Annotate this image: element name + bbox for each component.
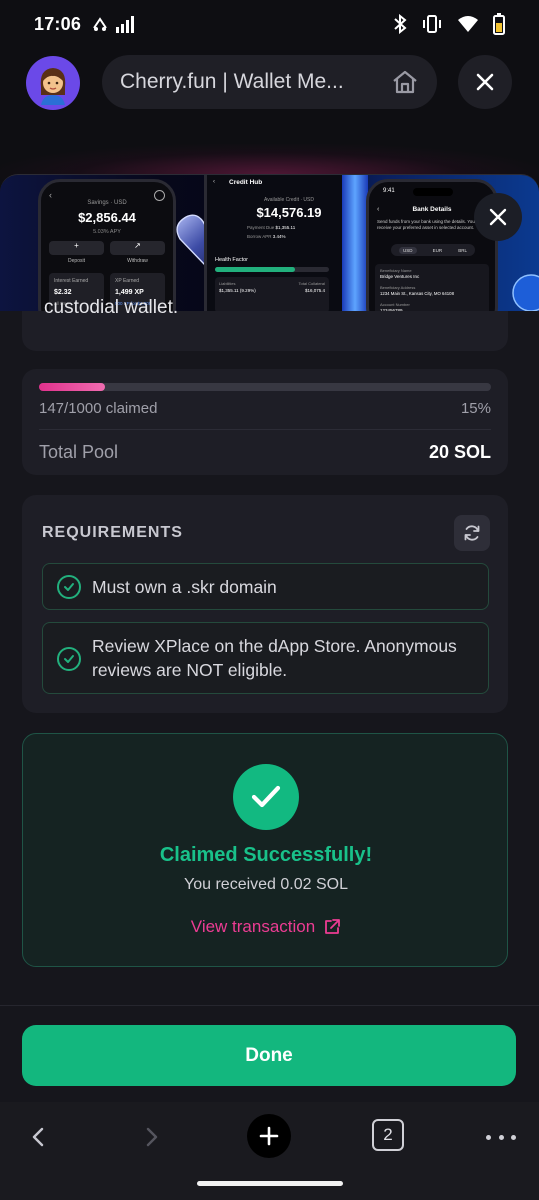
currency-usd: USD <box>399 246 417 254</box>
user-avatar-icon <box>40 68 66 105</box>
description-text: custodial wallet. <box>44 297 179 318</box>
description-card: custodial wallet. <box>22 297 508 351</box>
back-arrow-icon[interactable] <box>26 1124 52 1150</box>
requirement-item: Must own a .skr domain <box>42 563 489 610</box>
collateral-value: $16,075.4 <box>304 288 325 293</box>
beneficiary-value: Bridge Ventures Inc <box>380 274 420 279</box>
close-icon <box>489 208 507 226</box>
claim-progress-bar <box>39 383 491 391</box>
external-link-icon <box>325 919 341 934</box>
collateral-label: Total Collateral <box>298 281 325 286</box>
status-time: 17:06 <box>34 13 82 34</box>
available-credit-label: Available Credit · USD <box>264 197 314 203</box>
xp-label: XP Earned <box>115 278 140 284</box>
page-content: ‹ Savings · USD $2,856.44 5.03% APY + ↗ … <box>0 114 539 1102</box>
view-transaction-link[interactable]: View transaction <box>23 917 509 937</box>
footer-divider <box>0 1005 539 1006</box>
banner-decoration <box>342 175 368 311</box>
check-circle-icon <box>57 575 81 599</box>
tab-switcher-button[interactable]: 2 <box>372 1119 404 1151</box>
refresh-button[interactable] <box>454 515 490 551</box>
requirements-card: REQUIREMENTS Must own a .skr domain Revi… <box>22 495 508 713</box>
notification-icon <box>93 17 107 31</box>
vibrate-icon <box>423 15 441 33</box>
avatar[interactable] <box>26 56 80 110</box>
borrow-apr-value: 3.44% <box>272 234 286 239</box>
view-transaction-label: View transaction <box>190 917 316 936</box>
new-tab-button[interactable] <box>247 1114 291 1158</box>
refresh-icon <box>464 525 480 541</box>
credit-hub-header: Credit Hub <box>229 179 263 186</box>
total-pool-label: Total Pool <box>39 442 119 462</box>
phone-time: 9:41 <box>383 188 395 194</box>
requirement-text-line1: Review XPlace on the dApp Store. Anonymo… <box>92 636 457 656</box>
home-icon[interactable] <box>391 68 419 96</box>
close-tab-button[interactable] <box>458 55 512 109</box>
status-bar: 17:06 <box>0 0 539 48</box>
claimed-percent: 15% <box>460 400 491 417</box>
xp-value: 1,499 XP <box>115 289 144 296</box>
browser-bar: Cherry.fun | Wallet Me... <box>0 48 539 114</box>
claimed-count: 147/1000 claimed <box>39 400 158 417</box>
available-credit-amount: $14,576.19 <box>256 205 322 220</box>
forward-arrow-icon[interactable] <box>138 1124 164 1150</box>
phone-mockup-savings: ‹ Savings · USD $2,856.44 5.03% APY + ↗ … <box>38 179 176 311</box>
borrow-apr-label: Borrow APR <box>247 234 272 239</box>
globe-graphic <box>512 274 539 311</box>
progress-card: 147/1000 claimed 15% Total Pool 20 SOL <box>22 369 508 475</box>
success-card: Claimed Successfully! You received 0.02 … <box>22 733 508 967</box>
bluetooth-icon <box>394 14 407 34</box>
browser-bottom-nav: 2 <box>0 1102 539 1200</box>
claim-modal: ‹ Savings · USD $2,856.44 5.03% APY + ↗ … <box>0 174 539 1102</box>
interest-label: Interest Earned <box>54 278 89 284</box>
divider <box>39 429 491 430</box>
payment-due-label: Payment Due <box>247 225 275 230</box>
withdraw-label: Withdraw <box>127 258 148 264</box>
banner-close-button[interactable] <box>474 193 522 241</box>
success-title: Claimed Successfully! <box>159 844 373 866</box>
savings-label: Savings · USD <box>87 200 127 206</box>
promo-banner: ‹ Savings · USD $2,856.44 5.03% APY + ↗ … <box>0 175 539 311</box>
wifi-icon <box>458 16 478 32</box>
beneficiary-label: Beneficiary Name <box>380 268 412 273</box>
total-pool-value: 20 SOL <box>428 442 491 462</box>
signal-activity-icon <box>116 16 135 33</box>
deposit-label: Deposit <box>68 258 85 264</box>
savings-apy: 5.03% APY <box>93 229 121 235</box>
done-button[interactable]: Done <box>22 1025 516 1086</box>
address-value: 1234 Main St., Kansas City, MO 64108 <box>380 291 454 296</box>
claim-progress-fill <box>39 383 106 391</box>
check-circle-icon <box>57 647 81 671</box>
home-indicator[interactable] <box>197 1181 343 1186</box>
plus-icon <box>259 1126 279 1146</box>
address-label: Beneficiary Address <box>380 285 416 290</box>
requirement-item: Review XPlace on the dApp Store. Anonymo… <box>42 622 489 694</box>
interest-value: $2.32 <box>54 289 72 296</box>
bank-details-intro: Send funds from your bank using the deta… <box>377 219 478 230</box>
page-title: Cherry.fun | Wallet Me... <box>120 70 344 93</box>
success-subtitle: You received 0.02 SOL <box>184 876 348 893</box>
more-options-icon[interactable] <box>486 1124 516 1150</box>
requirement-text: Must own a .skr domain <box>92 577 277 597</box>
requirements-title: REQUIREMENTS <box>42 524 183 541</box>
currency-eur: EUR <box>432 247 443 253</box>
battery-icon <box>493 13 505 35</box>
health-factor-label: Health Factor <box>215 257 249 263</box>
address-bar[interactable]: Cherry.fun | Wallet Me... <box>102 55 437 109</box>
liabilities-value: $1,355.11 (9.29%) <box>219 288 256 293</box>
success-check-icon <box>233 764 299 830</box>
requirement-text-line2: reviews are NOT eligible. <box>92 660 288 680</box>
account-label: Account Number <box>380 302 410 307</box>
currency-brl: BRL <box>458 247 467 253</box>
close-icon <box>476 73 494 91</box>
savings-amount: $2,856.44 <box>78 210 136 225</box>
liabilities-label: Liabilities <box>219 281 236 286</box>
phone-mockup-credit-hub: ‹ Credit Hub Available Credit · USD $14,… <box>204 175 342 311</box>
phone-mockup-bank-details: 9:41 ‹ Bank Details Send funds from your… <box>366 179 498 311</box>
payment-due-value: $1,355.11 <box>275 225 296 230</box>
